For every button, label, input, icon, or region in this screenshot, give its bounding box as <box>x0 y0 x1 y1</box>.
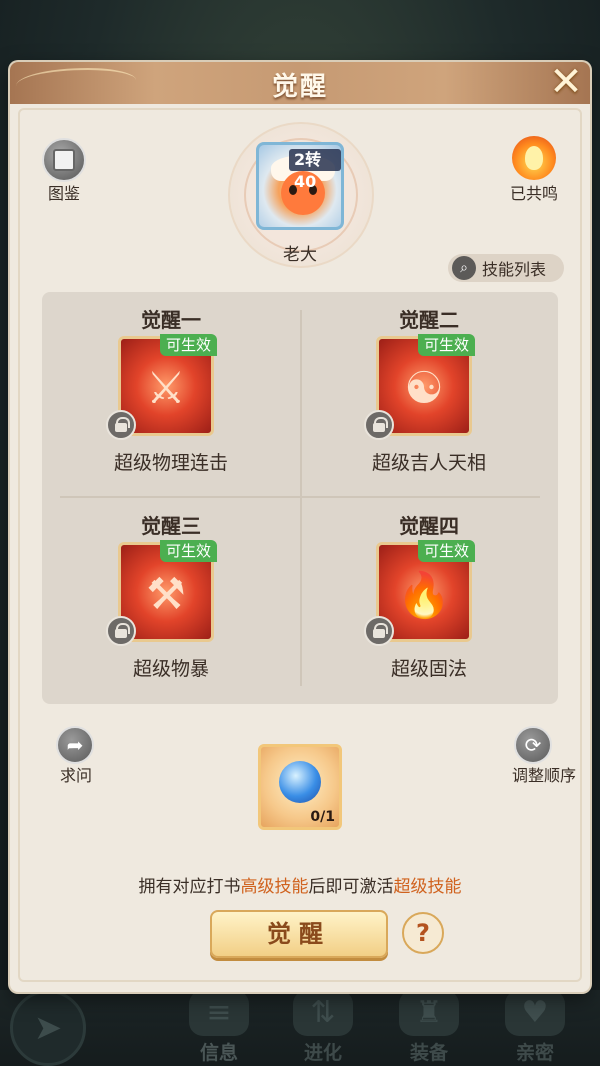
atlas-button[interactable] <box>42 138 86 182</box>
awakening-title: 觉醒二 <box>399 308 459 332</box>
panel-title: 觉醒 <box>271 72 328 102</box>
skill-name: 超级固法 <box>390 658 467 680</box>
ask-button[interactable]: ➦ <box>56 726 94 764</box>
status-badge: 可生效 <box>160 540 218 562</box>
resonate-label: 已共鸣 <box>509 184 558 203</box>
unlock-icon <box>364 616 394 646</box>
activation-hint: 拥有对应打书高级技能后即可激活超级技能 <box>138 877 462 897</box>
nav-label: 进化 <box>303 1042 342 1064</box>
unlock-icon <box>106 410 136 440</box>
book-icon <box>53 149 75 171</box>
ask-label: 求问 <box>59 766 92 785</box>
armor-icon: ♜ <box>399 990 459 1036</box>
awakening-title: 觉醒四 <box>399 514 459 538</box>
awakening-item-slot[interactable]: 0/1 <box>258 744 342 830</box>
pet-name: 老大 <box>283 245 317 265</box>
pet-rebirth-level: 2转40 <box>289 149 341 191</box>
heart-icon: ♥ <box>505 990 565 1036</box>
awakening-slot-1: 觉醒一 ⚔ 可生效 超级物理连击 <box>42 292 300 498</box>
awakening-slot-2: 觉醒二 ☯ 可生效 超级吉人天相 <box>300 292 558 498</box>
skill-name: 超级物理连击 <box>113 452 228 474</box>
scroll-icon: ≡ <box>189 990 249 1036</box>
nav-equip[interactable]: ♜ 装备 <box>384 990 474 1065</box>
flame-icon <box>525 146 543 170</box>
hint-highlight: 超级技能 <box>393 877 462 897</box>
reorder-label: 调整顺序 <box>511 766 576 785</box>
bottom-nav: ➤ ≡ 信息 ⇅ 进化 ♜ 装备 ♥ 亲密 <box>0 990 600 1066</box>
nav-label: 装备 <box>409 1042 448 1064</box>
refresh-icon: ⟳ <box>524 733 542 757</box>
crystal-orb-icon <box>279 761 321 803</box>
nav-label: 信息 <box>199 1042 238 1064</box>
awakening-title: 觉醒一 <box>141 308 201 332</box>
pet-avatar[interactable]: 2转40 <box>256 142 344 230</box>
awakening-slot-3: 觉醒三 ⚒ 可生效 超级物暴 <box>42 498 300 704</box>
reorder-button[interactable]: ⟳ <box>514 726 552 764</box>
skill-name: 超级吉人天相 <box>371 452 486 474</box>
share-arrow-icon: ➦ <box>66 733 84 757</box>
skill-list-button[interactable]: ⌕ 技能列表 <box>448 254 564 282</box>
status-badge: 可生效 <box>418 540 476 562</box>
unlock-icon <box>364 410 394 440</box>
close-icon[interactable]: ✕ <box>546 62 586 105</box>
nav-label: 亲密 <box>515 1042 554 1064</box>
nav-info[interactable]: ≡ 信息 <box>174 990 264 1065</box>
awakening-panel: 觉醒 ✕ 图鉴 已共鸣 2转40 老大 ⌕ 技能列表 觉醒一 ⚔ 可生效 超级物… <box>10 62 590 992</box>
awakening-title: 觉醒三 <box>141 514 201 538</box>
atlas-label: 图鉴 <box>47 184 80 203</box>
awakening-grid: 觉醒一 ⚔ 可生效 超级物理连击 觉醒二 ☯ 可生效 超级吉人天相 觉醒三 ⚒ … <box>42 292 558 704</box>
awakening-slot-4: 觉醒四 🔥 可生效 超级固法 <box>300 498 558 704</box>
status-badge: 可生效 <box>160 334 218 356</box>
awaken-button[interactable]: 觉醒 <box>210 910 388 958</box>
nav-evolve[interactable]: ⇅ 进化 <box>278 990 368 1065</box>
hint-highlight: 高级技能 <box>240 877 309 897</box>
skill-name: 超级物暴 <box>132 658 209 680</box>
nav-intimacy[interactable]: ♥ 亲密 <box>490 990 580 1065</box>
evolve-icon: ⇅ <box>293 990 353 1036</box>
search-icon: ⌕ <box>452 256 476 280</box>
skill-list-label: 技能列表 <box>482 260 547 279</box>
status-badge: 可生效 <box>418 334 476 356</box>
back-arrow-icon[interactable]: ➤ <box>10 990 86 1066</box>
unlock-icon <box>106 616 136 646</box>
resonate-button[interactable] <box>512 136 556 180</box>
item-count: 0/1 <box>310 809 335 825</box>
help-icon[interactable]: ? <box>402 912 444 954</box>
